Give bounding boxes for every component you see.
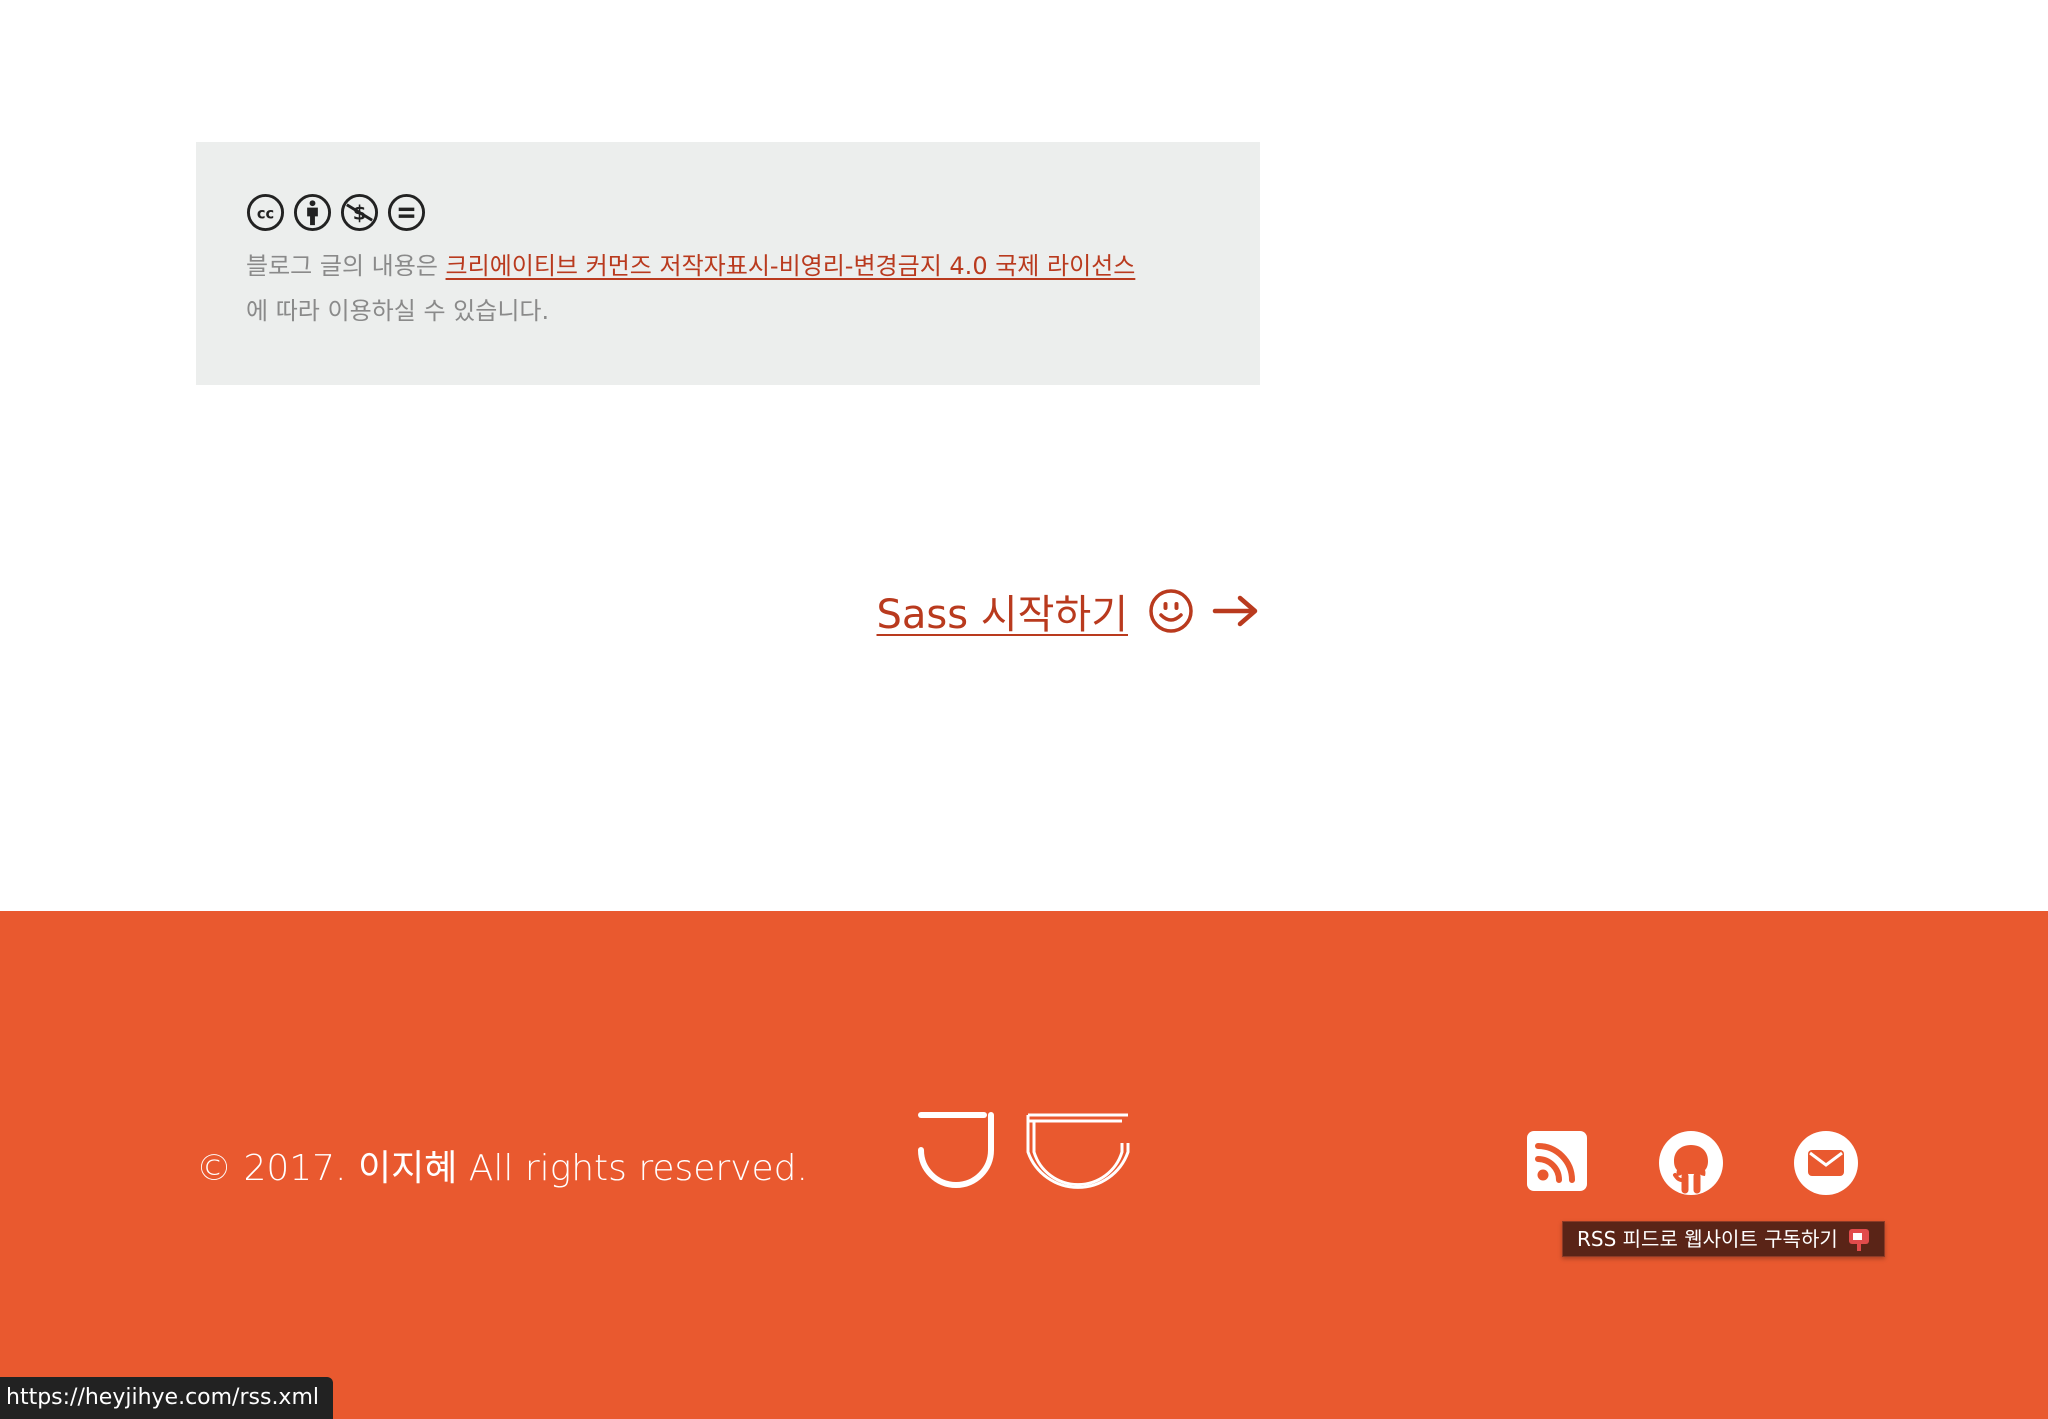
next-post-link[interactable]: Sass 시작하기 (877, 582, 1261, 640)
copyright-text: © 2017. 이지혜 All rights reserved. (196, 1148, 808, 1189)
status-bar-url: https://heyjihye.com/rss.xml (0, 1377, 333, 1419)
cc-icon: cc (246, 193, 285, 231)
svg-text:cc: cc (257, 205, 274, 222)
arrow-right-icon (1212, 595, 1258, 627)
license-link[interactable]: 크리에이티브 커먼즈 저작자표시-비영리-변경금지 4.0 국제 라이선스 (446, 252, 1136, 280)
rss-icon (1527, 1131, 1587, 1191)
github-icon (1659, 1131, 1723, 1195)
rss-tooltip: RSS 피드로 웹사이트 구독하기 (1562, 1221, 1885, 1257)
site-footer: © 2017. 이지혜 All rights reserved. RSS 피드로… (0, 911, 2048, 1419)
license-text-after: 에 따라 이용하실 수 있습니다. (246, 297, 550, 325)
mail-button[interactable] (1793, 1130, 1859, 1196)
tooltip-text: RSS 피드로 웹사이트 구독하기 (1577, 1227, 1838, 1251)
smiley-icon (1149, 589, 1193, 633)
nc-icon: $ (340, 193, 379, 231)
github-button[interactable] (1658, 1130, 1724, 1196)
jj-logo-icon[interactable] (918, 1110, 1138, 1210)
next-post-label: Sass 시작하기 (876, 592, 1129, 638)
mail-icon (1794, 1131, 1858, 1195)
rss-button[interactable] (1527, 1131, 1587, 1191)
license-box: cc $ 블로그 글의 내용은 크리에이티브 커먼즈 저작자표시-비영리-변경금… (196, 142, 1260, 385)
mailbox-icon (1848, 1229, 1869, 1251)
nd-icon (387, 193, 426, 231)
cc-license-icons: cc $ (246, 192, 1210, 232)
page: cc $ 블로그 글의 내용은 크리에이티브 커먼즈 저작자표시-비영리-변경금… (0, 0, 2048, 1419)
license-text: 블로그 글의 내용은 크리에이티브 커먼즈 저작자표시-비영리-변경금지 4.0… (246, 244, 1210, 334)
by-icon (293, 193, 332, 231)
license-text-before: 블로그 글의 내용은 (246, 252, 446, 280)
